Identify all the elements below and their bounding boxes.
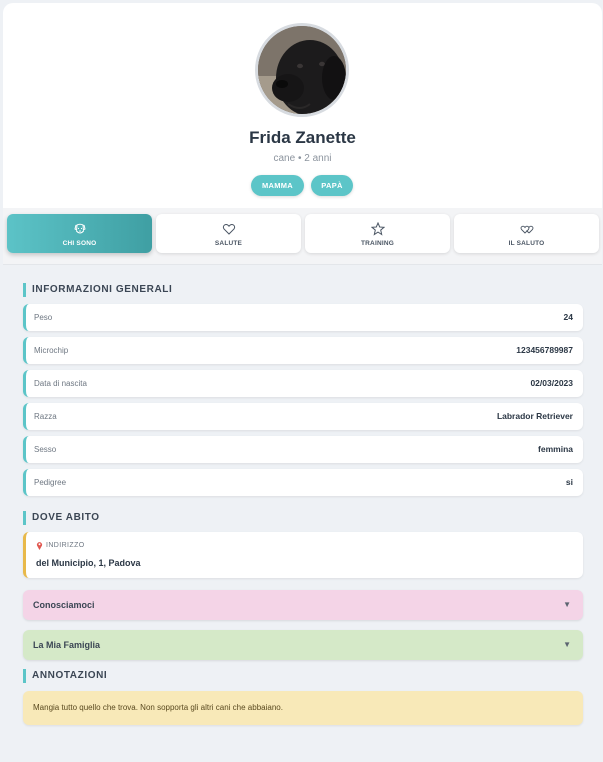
section-title-general: INFORMAZIONI GENERALI [23, 283, 172, 297]
papa-button[interactable]: PAPÀ [311, 175, 353, 196]
notes-text: Mangia tutto quello che trova. Non soppo… [33, 703, 283, 712]
notes-card: Mangia tutto quello che trova. Non soppo… [23, 691, 583, 725]
section-title-home: DOVE ABITO [23, 511, 100, 525]
info-label: Sesso [34, 445, 57, 454]
info-label: Peso [34, 313, 53, 322]
info-row-peso: Peso 24 [23, 304, 583, 331]
dog-photo [258, 26, 346, 114]
info-label: Microchip [34, 346, 69, 355]
profile-header: Frida Zanette cane • 2 anni MAMMA PAPÀ [3, 3, 602, 208]
location-pin-icon [36, 542, 43, 550]
tab-il-saluto-label: IL SALUTO [508, 240, 545, 247]
address-value: del Municipio, 1, Padova [36, 558, 141, 568]
pet-name: Frida Zanette [249, 128, 356, 147]
tab-chi-sono[interactable]: CHI SONO [7, 214, 152, 253]
hearts-icon [454, 222, 599, 236]
info-value: Labrador Retriever [496, 411, 573, 421]
info-row-breed: Razza Labrador Retriever [23, 403, 583, 430]
accordion-la-mia-famiglia[interactable]: La Mia Famiglia ▼ [23, 630, 583, 660]
pet-profile-page: Frida Zanette cane • 2 anni MAMMA PAPÀ C… [3, 3, 602, 759]
section-title-notes: ANNOTAZIONI [23, 669, 107, 683]
tab-salute-label: SALUTE [214, 240, 243, 247]
accordion-label: Conosciamoci [33, 600, 95, 610]
mamma-button[interactable]: MAMMA [251, 175, 304, 196]
pet-subtitle: cane • 2 anni [273, 153, 332, 164]
tab-salute[interactable]: SALUTE [156, 214, 301, 253]
accordion-label: La Mia Famiglia [33, 640, 101, 650]
tab-bar: CHI SONO SALUTE TRAINING IL SALUTO [3, 208, 602, 265]
accordion-conosciamoci[interactable]: Conosciamoci ▼ [23, 590, 583, 620]
info-row-birthdate: Data di nascita 02/03/2023 [23, 370, 583, 397]
info-value: 02/03/2023 [530, 378, 573, 388]
info-label: Razza [34, 412, 57, 421]
heart-icon [156, 222, 301, 236]
address-card: INDIRIZZO del Municipio, 1, Padova [23, 532, 583, 578]
info-value: femmina [538, 444, 573, 454]
chevron-down-icon: ▼ [563, 600, 571, 609]
info-value: 123456789987 [516, 345, 573, 355]
info-row-sex: Sesso femmina [23, 436, 583, 463]
dog-face-icon [7, 222, 152, 236]
info-label: Pedigree [34, 478, 67, 487]
tab-il-saluto[interactable]: IL SALUTO [454, 214, 599, 253]
info-value: 24 [563, 312, 573, 322]
info-row-pedigree: Pedigree si [23, 469, 583, 496]
info-value: si [565, 477, 573, 487]
tab-training[interactable]: TRAINING [305, 214, 450, 253]
chevron-down-icon: ▼ [563, 640, 571, 649]
address-label-row: INDIRIZZO [36, 541, 85, 550]
info-label: Data di nascita [34, 379, 87, 388]
address-label: INDIRIZZO [46, 542, 85, 549]
pet-avatar[interactable] [255, 23, 349, 117]
tab-chi-sono-label: CHI SONO [62, 240, 97, 247]
tab-training-label: TRAINING [360, 240, 394, 247]
info-row-microchip: Microchip 123456789987 [23, 337, 583, 364]
star-icon [305, 222, 450, 236]
